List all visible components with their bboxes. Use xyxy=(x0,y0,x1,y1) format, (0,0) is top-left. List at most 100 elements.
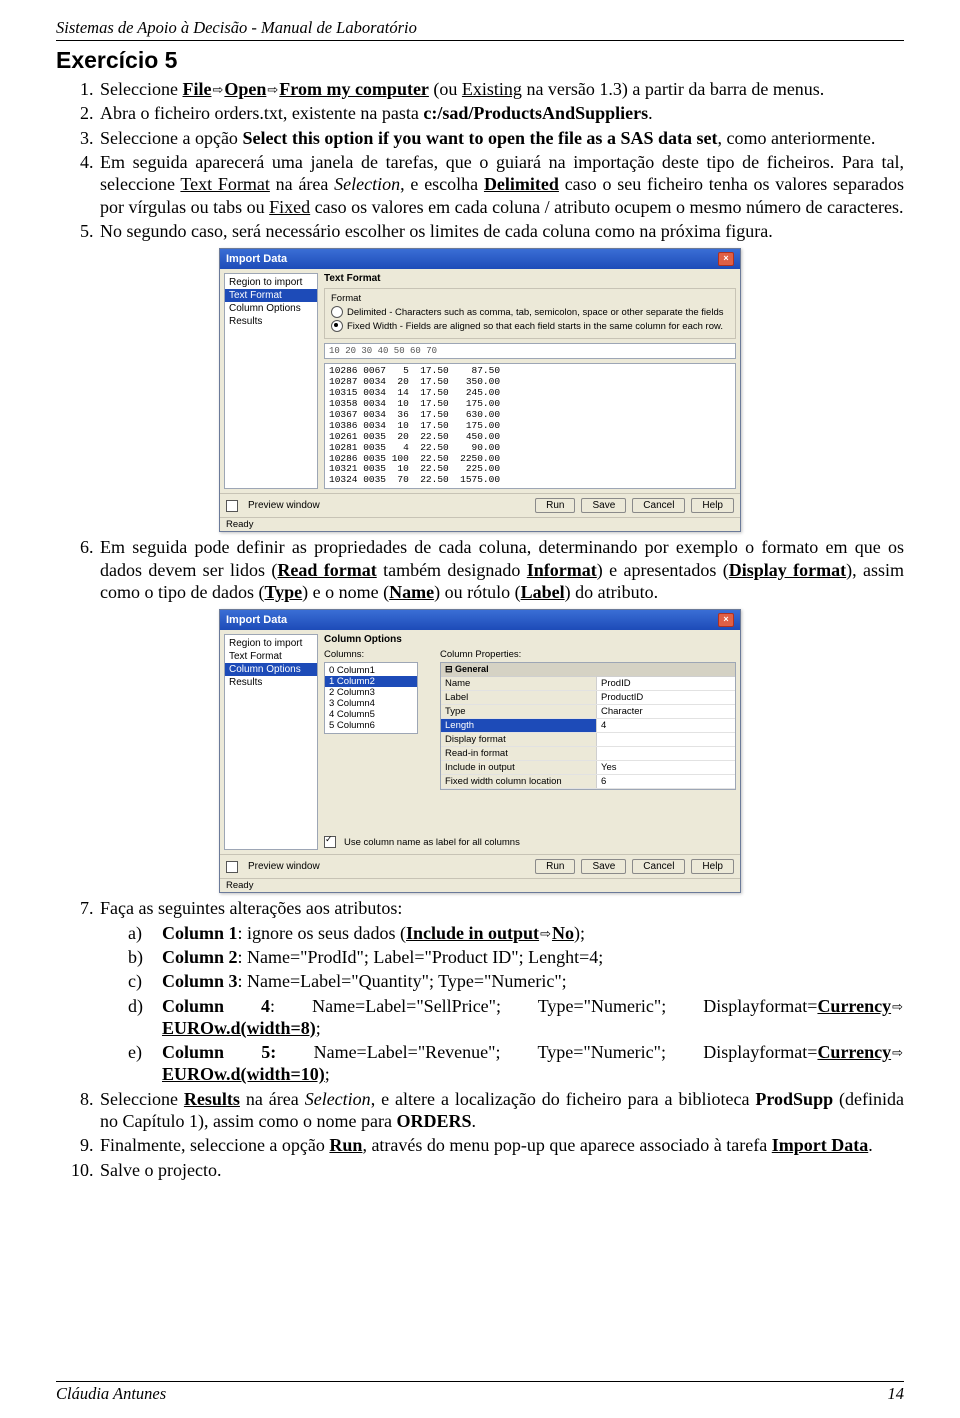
footer-page: 14 xyxy=(888,1384,905,1404)
step-list-cont: Em seguida pode definir as propriedades … xyxy=(56,536,904,603)
step-region[interactable]: Region to import xyxy=(225,276,317,289)
step-list-cont2: Faça as seguintes alterações aos atribut… xyxy=(56,897,904,1181)
step-1: Seleccione File⇨Open⇨From my computer (o… xyxy=(98,78,904,100)
preview-window-label: Preview window xyxy=(248,500,320,511)
radio-delimited[interactable]: Delimited - Characters such as comma, ta… xyxy=(331,306,729,318)
close-icon[interactable]: × xyxy=(718,613,734,627)
property-grid[interactable]: ⊟ General NameProdIDLabelProductIDTypeCh… xyxy=(440,662,736,790)
checkbox-icon[interactable] xyxy=(226,500,238,512)
read-format-link: Read format xyxy=(277,560,376,580)
prop-row[interactable]: NameProdID xyxy=(441,677,735,691)
menu-existing: Existing xyxy=(462,79,522,99)
dialog-title: Import Data xyxy=(226,253,287,265)
radio-label: Fixed Width - Fields are aligned so that… xyxy=(347,321,723,332)
checkbox-icon[interactable] xyxy=(226,861,238,873)
step-4: Em seguida aparecerá uma janela de taref… xyxy=(98,151,904,218)
import-data-dialog: Import Data × Region to import Text Form… xyxy=(219,248,741,532)
col-item[interactable]: 2 Column3 xyxy=(325,687,417,698)
step-column-options[interactable]: Column Options xyxy=(225,302,317,315)
step-9: Finalmente, seleccione a opção Run, atra… xyxy=(98,1134,904,1156)
prop-row[interactable]: Read-in format xyxy=(441,747,735,761)
col-item[interactable]: 4 Column5 xyxy=(325,709,417,720)
columns-listbox[interactable]: 0 Column1 1 Column2 2 Column3 3 Column4 … xyxy=(324,662,418,734)
menu-file: File xyxy=(182,79,211,99)
prop-category: ⊟ General xyxy=(441,663,735,677)
footer-author: Cláudia Antunes xyxy=(56,1384,166,1404)
col-item[interactable]: 5 Column6 xyxy=(325,720,417,731)
dialog-button-bar: Preview window Run Save Cancel Help xyxy=(220,493,740,517)
dialog-title: Import Data xyxy=(226,614,287,626)
dialog-button-bar: Preview window Run Save Cancel Help xyxy=(220,854,740,878)
cancel-button[interactable]: Cancel xyxy=(632,859,685,874)
help-button[interactable]: Help xyxy=(691,498,734,513)
radio-icon xyxy=(331,320,343,332)
sub-c: c)Column 3: Name=Label="Quantity"; Type=… xyxy=(128,970,904,992)
orders-name: ORDERS xyxy=(396,1111,471,1131)
arrow-icon: ⇨ xyxy=(211,82,224,98)
wizard-step-list[interactable]: Region to import Text Format Column Opti… xyxy=(224,634,318,850)
save-button[interactable]: Save xyxy=(581,498,626,513)
radio-fixed[interactable]: Fixed Width - Fields are aligned so that… xyxy=(331,320,729,332)
run-button[interactable]: Run xyxy=(535,498,575,513)
col-item[interactable]: 1 Column2 xyxy=(325,676,417,687)
text: na versão 1.3) a partir da barra de menu… xyxy=(522,79,824,99)
format-label: Format xyxy=(331,293,729,304)
text: . xyxy=(648,103,653,123)
dialog-titlebar: Import Data × xyxy=(220,249,740,269)
text: , através do menu pop-up que aparece ass… xyxy=(362,1135,771,1155)
step-region[interactable]: Region to import xyxy=(225,637,317,650)
radio-icon xyxy=(331,306,343,318)
panel-title: Text Format xyxy=(324,273,736,284)
text: ) e o nome ( xyxy=(302,582,389,602)
col-item[interactable]: 3 Column4 xyxy=(325,698,417,709)
text: . xyxy=(471,1111,476,1131)
figure-import-text-format: Import Data × Region to import Text Form… xyxy=(56,248,904,532)
text: na área xyxy=(240,1089,305,1109)
columns-label: Columns: xyxy=(324,649,434,660)
text: Seleccione a opção xyxy=(100,128,242,148)
wizard-step-list[interactable]: Region to import Text Format Column Opti… xyxy=(224,273,318,489)
preview-window-label: Preview window xyxy=(248,861,320,872)
help-button[interactable]: Help xyxy=(691,859,734,874)
option-label: Select this option if you want to open t… xyxy=(242,128,717,148)
informat-link: Informat xyxy=(527,560,597,580)
step-3: Seleccione a opção Select this option if… xyxy=(98,127,904,149)
close-icon[interactable]: × xyxy=(718,252,734,266)
menu-from-my-computer: From my computer xyxy=(279,79,429,99)
prop-row[interactable]: Fixed width column location6 xyxy=(441,775,735,789)
prop-row[interactable]: Length4 xyxy=(441,719,735,733)
panel-title: Column Options xyxy=(324,634,736,645)
step-10: Salve o projecto. xyxy=(98,1159,904,1181)
save-button[interactable]: Save xyxy=(581,859,626,874)
text: ) ou rótulo ( xyxy=(434,582,520,602)
radio-label: Delimited - Characters such as comma, ta… xyxy=(347,307,723,318)
step-results[interactable]: Results xyxy=(225,315,317,328)
col-item[interactable]: 0 Column1 xyxy=(325,665,417,676)
run-link: Run xyxy=(329,1135,362,1155)
step-text-format[interactable]: Text Format xyxy=(225,289,317,302)
step-list: Seleccione File⇨Open⇨From my computer (o… xyxy=(56,78,904,242)
step-7: Faça as seguintes alterações aos atribut… xyxy=(98,897,904,1086)
library-name: ProdSupp xyxy=(755,1089,833,1109)
step-column-options[interactable]: Column Options xyxy=(225,663,317,676)
step-text-format[interactable]: Text Format xyxy=(225,650,317,663)
page-footer: Cláudia Antunes 14 xyxy=(56,1381,904,1404)
run-button[interactable]: Run xyxy=(535,859,575,874)
name-link: Name xyxy=(389,582,434,602)
text: , e altere a localização do ficheiro par… xyxy=(371,1089,756,1109)
prop-row[interactable]: Display format xyxy=(441,733,735,747)
selection-area: Selection xyxy=(334,174,400,194)
column-ruler[interactable]: 10 20 30 40 50 60 70 xyxy=(324,343,736,359)
step-results[interactable]: Results xyxy=(225,676,317,689)
prop-row[interactable]: LabelProductID xyxy=(441,691,735,705)
step-8: Seleccione Results na área Selection, e … xyxy=(98,1088,904,1133)
use-label-checkbox[interactable]: Use column name as label for all columns xyxy=(324,836,736,848)
step-2: Abra o ficheiro orders.txt, existente na… xyxy=(98,102,904,124)
dialog-titlebar: Import Data × xyxy=(220,610,740,630)
sub-b: b)Column 2: Name="ProdId"; Label="Produc… xyxy=(128,946,904,968)
prop-row[interactable]: TypeCharacter xyxy=(441,705,735,719)
cancel-button[interactable]: Cancel xyxy=(632,498,685,513)
text: , como anteriormente. xyxy=(717,128,875,148)
prop-row[interactable]: Include in outputYes xyxy=(441,761,735,775)
checkbox-icon xyxy=(324,836,336,848)
